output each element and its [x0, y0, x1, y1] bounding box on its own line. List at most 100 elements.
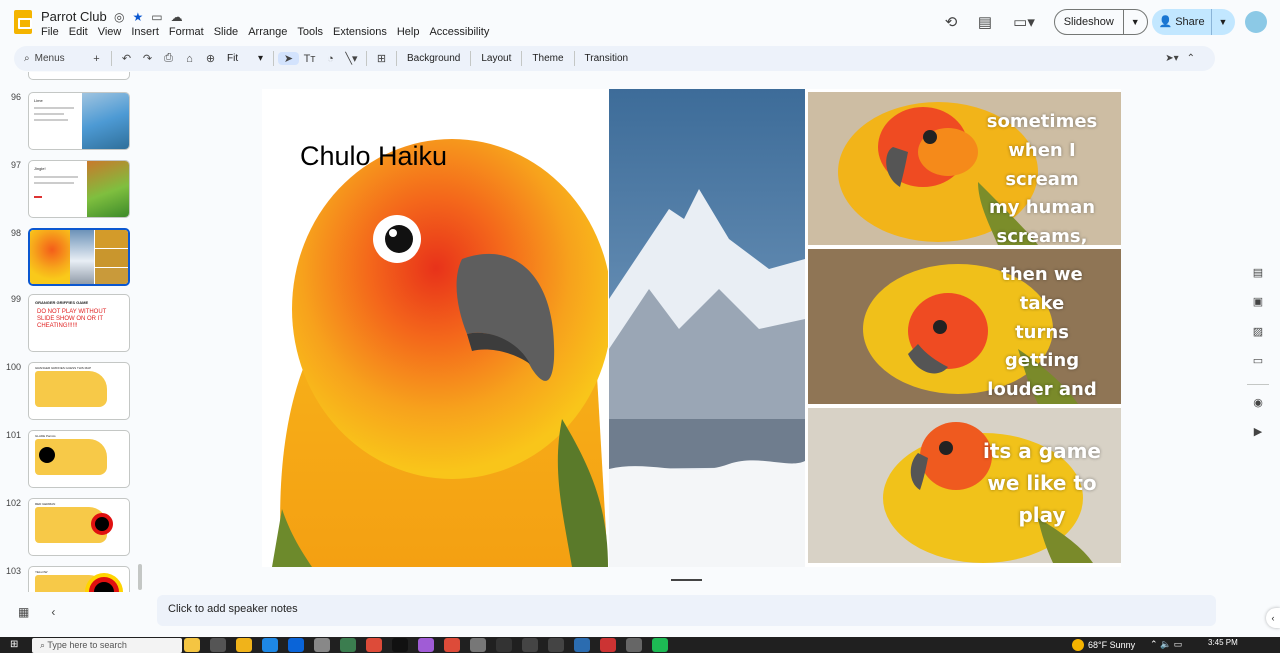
zoom-select[interactable]: Fit ▾	[221, 53, 269, 64]
terminal-icon[interactable]	[548, 638, 564, 652]
slide-canvas[interactable]: Chulo Haiku sometimes when I scream my h…	[262, 89, 1121, 567]
star-icon[interactable]: ★	[132, 10, 143, 24]
windows-start-icon[interactable]: ⊞	[10, 639, 18, 650]
expand-side-panel-icon[interactable]: ‹	[1266, 608, 1280, 628]
avatar[interactable]	[1245, 11, 1267, 33]
slide-thumbnail[interactable]: GRANGER GRIFFIES GUESS THIS MAP	[28, 362, 130, 420]
slide-row-97[interactable]: 97 Jingle!	[0, 160, 148, 222]
capcut-icon[interactable]	[496, 638, 512, 652]
haiku-panel-1[interactable]: sometimes when I scream my human screams…	[808, 92, 1121, 245]
task-view-icon[interactable]	[210, 638, 226, 652]
roblox-icon[interactable]	[314, 638, 330, 652]
slide-thumbnail[interactable]: GLADE Parrots	[28, 430, 130, 488]
slide-filmstrip[interactable]: 96 Lime 97 Jingle! 98 99 GRANGER GRIFFIE…	[0, 72, 148, 592]
doc-title[interactable]: Parrot Club	[41, 9, 107, 24]
menu-extensions[interactable]: Extensions	[333, 26, 387, 38]
taskbar-search[interactable]: ⌕ Type here to search	[32, 638, 182, 653]
chevron-down-icon[interactable]: ▼	[1212, 17, 1234, 27]
parrot-image[interactable]: Chulo Haiku	[262, 89, 608, 567]
video-camera-icon[interactable]: ▭▾	[1007, 10, 1041, 34]
spotify-icon[interactable]	[652, 638, 668, 652]
slide-row-96[interactable]: 96 Lime	[0, 92, 148, 154]
grid-view-icon[interactable]: ▦	[18, 605, 29, 619]
menu-file[interactable]: File	[41, 26, 59, 38]
folder-icon[interactable]: ▭	[1236, 354, 1280, 374]
clock-app-icon[interactable]	[626, 638, 642, 652]
weather-widget[interactable]: 68°F Sunny	[1072, 639, 1135, 651]
slide-row-100[interactable]: 100 GRANGER GRIFFIES GUESS THIS MAP	[0, 362, 148, 424]
app-icon[interactable]	[600, 638, 616, 652]
menus-search[interactable]: ⌕ Menus	[24, 53, 86, 64]
menu-insert[interactable]: Insert	[131, 26, 159, 38]
video-icon[interactable]: ▶	[1236, 425, 1280, 445]
slide-thumbnail-selected[interactable]	[28, 228, 130, 286]
app-icon[interactable]	[340, 638, 356, 652]
print-icon[interactable]: ⎙	[158, 52, 179, 65]
slide-thumbnail[interactable]: RED GERMAN	[28, 498, 130, 556]
pointer-mode-icon[interactable]: ➤▾	[1165, 53, 1178, 64]
select-arrow-icon[interactable]: ➤	[278, 52, 299, 65]
chevron-down-icon[interactable]: ▼	[1124, 17, 1147, 27]
haiku-panel-2[interactable]: then we take turns getting louder and lo…	[808, 249, 1121, 404]
copilot-icon[interactable]	[184, 638, 200, 652]
theme-button[interactable]: Theme	[526, 53, 569, 64]
paint-format-icon[interactable]: ⌂	[179, 53, 200, 65]
haiku-panel-3[interactable]: its a game we like to play	[808, 408, 1121, 563]
file-explorer-icon[interactable]	[236, 638, 252, 652]
history-icon[interactable]: ⟲	[939, 10, 963, 34]
comment-add-icon[interactable]: ⊞	[371, 52, 392, 65]
transition-button[interactable]: Transition	[579, 53, 635, 64]
app-icon[interactable]	[522, 638, 538, 652]
move-folder-icon[interactable]: ▭	[151, 10, 162, 24]
notes-resize-handle[interactable]	[671, 579, 702, 581]
line-icon[interactable]: ╲▾	[341, 52, 362, 65]
edge-icon[interactable]	[262, 638, 278, 652]
menu-slide[interactable]: Slide	[214, 26, 238, 38]
slide-thumbnail[interactable]: Lime	[28, 92, 130, 150]
collapse-filmstrip-icon[interactable]: ‹	[51, 605, 55, 619]
record-icon[interactable]: ◉	[1236, 396, 1280, 416]
tiktok-icon[interactable]	[392, 638, 408, 652]
slides-logo-icon[interactable]	[14, 10, 32, 34]
slideshow-button[interactable]: Slideshow ▼	[1054, 9, 1148, 35]
background-button[interactable]: Background	[401, 53, 466, 64]
zoom-icon[interactable]: ⊕	[200, 52, 221, 65]
share-label[interactable]: 👤 Share	[1152, 9, 1212, 35]
settings-icon[interactable]	[470, 638, 486, 652]
keep-icon[interactable]: ▣	[1236, 295, 1280, 315]
tasks-icon[interactable]: ▨	[1236, 325, 1280, 345]
share-button[interactable]: 👤 Share ▼	[1152, 9, 1235, 35]
filmstrip-scrollbar[interactable]	[138, 564, 142, 590]
menu-arrange[interactable]: Arrange	[248, 26, 287, 38]
calendar-icon[interactable]: ▤	[1236, 266, 1280, 286]
menu-edit[interactable]: Edit	[69, 26, 88, 38]
menu-format[interactable]: Format	[169, 26, 204, 38]
comment-icon[interactable]: ▤	[973, 10, 997, 34]
store-icon[interactable]	[574, 638, 590, 652]
text-box-icon[interactable]: Tт	[299, 53, 320, 65]
slide-thumbnail[interactable]: GRANGER GRIFFIES GAME DO NOT PLAY WITHOU…	[28, 294, 130, 352]
collapse-toolbar-icon[interactable]: ⌃	[1187, 53, 1195, 64]
slide-row-101[interactable]: 101 GLADE Parrots	[0, 430, 148, 492]
app-icon[interactable]	[418, 638, 434, 652]
menu-help[interactable]: Help	[397, 26, 420, 38]
slide-row-103[interactable]: 103 YELLOW	[0, 566, 148, 592]
slide-thumbnail[interactable]: Jingle!	[28, 160, 130, 218]
shape-icon[interactable]: ◔	[320, 53, 341, 65]
slide-title[interactable]: Chulo Haiku	[300, 141, 447, 172]
slideshow-label[interactable]: Slideshow	[1055, 10, 1124, 34]
slide-row-99[interactable]: 99 GRANGER GRIFFIES GAME DO NOT PLAY WIT…	[0, 294, 148, 356]
clock[interactable]: 3:45 PM	[1208, 638, 1238, 647]
layout-button[interactable]: Layout	[475, 53, 517, 64]
system-tray-icons[interactable]: ⌃ 🔈 ▭	[1150, 639, 1182, 650]
redo-icon[interactable]: ↷	[137, 52, 158, 65]
menu-view[interactable]: View	[98, 26, 122, 38]
slide-row-102[interactable]: 102 RED GERMAN	[0, 498, 148, 560]
menu-accessibility[interactable]: Accessibility	[429, 26, 489, 38]
outlook-icon[interactable]	[288, 638, 304, 652]
mountain-image[interactable]	[609, 89, 805, 567]
speaker-notes[interactable]: Click to add speaker notes	[157, 595, 1216, 626]
chrome-icon[interactable]	[444, 638, 460, 652]
slide-row-98[interactable]: 98	[0, 228, 148, 290]
slide-thumbnail[interactable]: YELLOW	[28, 566, 130, 592]
